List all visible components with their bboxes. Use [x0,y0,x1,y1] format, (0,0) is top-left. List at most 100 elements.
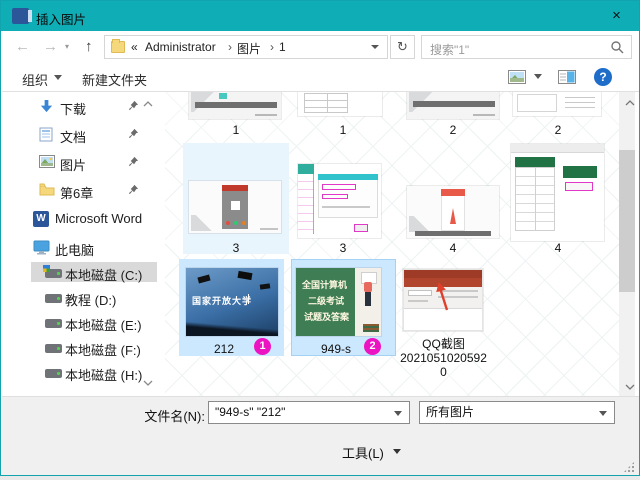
file-label[interactable]: QQ截图 2021051020592 0 [396,337,491,379]
scrollbar-thumb[interactable] [619,150,635,292]
thumb-art [511,144,604,153]
file-label[interactable]: 2 [505,123,611,137]
thumb-art [237,270,253,281]
file-label-line: 0 [440,365,447,379]
file-list-scrollbar[interactable] [619,92,635,396]
sidebar-item-label: 本地磁盘 (E:) [65,318,142,333]
sidebar-item-this-pc[interactable]: 此电脑 [2,238,162,258]
sidebar-item-downloads[interactable]: 下载 [2,97,162,117]
filename-value: "949-s" "212" [215,405,286,419]
recent-locations-caret-icon[interactable]: ▾ [65,42,69,51]
file-label[interactable]: 4 [400,241,506,255]
close-icon[interactable]: × [594,1,639,31]
folder-icon [39,183,55,196]
file-label[interactable]: 4 [505,241,611,255]
filename-input[interactable]: "949-s" "212" [208,401,410,424]
back-icon[interactable]: ← [15,38,30,55]
search-icon[interactable] [610,40,624,54]
dialog-footer: 文件名(N): "949-s" "212" 所有图片 工具(L) 插入( 3 取… [2,396,639,475]
view-options-caret-icon[interactable] [534,74,542,79]
file-label[interactable]: 3 [290,241,396,255]
sidebar-item-microsoft-word[interactable]: W Microsoft Word [2,209,162,229]
forward-icon[interactable]: → [43,38,58,55]
file-label[interactable]: 1 [290,123,396,137]
up-icon[interactable]: ↑ [85,38,93,55]
sidebar-item-pictures[interactable]: 图片 [2,153,162,173]
file-label[interactable]: 3 [183,241,289,255]
chevron-right-icon[interactable]: › [223,40,237,54]
thumb-art [408,290,432,296]
thumb-art [259,283,271,290]
sidebar-item-drive-f[interactable]: 本地磁盘 (F:) [2,338,162,358]
breadcrumb-pictures[interactable]: 图片 [237,40,261,57]
resize-grip[interactable] [624,462,634,472]
annotation-badge-2: 2 [364,338,381,355]
thumb-art [404,270,482,278]
picture-icon [39,155,55,168]
drive-icon [45,319,62,328]
organize-button[interactable]: 组织 [22,70,48,89]
filetype-select[interactable]: 所有图片 [419,401,615,424]
sidebar-item-drive-c[interactable]: 本地磁盘 (C:) [2,263,162,283]
sidebar-item-drive-h[interactable]: 本地磁盘 (H:) [2,363,162,383]
search-box[interactable]: 搜索"1" [421,35,632,59]
file-thumbnail[interactable] [298,164,381,238]
pin-icon [128,184,139,195]
breadcrumb-administrator[interactable]: Administrator [145,40,216,54]
file-thumbnail[interactable] [189,181,281,233]
download-icon [39,99,54,114]
address-bar[interactable]: « Administrator › 图片 › 1 [104,35,388,59]
help-icon[interactable]: ? [594,68,612,86]
thumb-art [409,216,431,232]
refresh-button[interactable]: ↻ [390,35,415,59]
insert-picture-dialog: 插入图片 × ← → ▾ ↑ « Administrator › 图片 › 1 … [0,0,640,476]
file-thumbnail[interactable] [511,144,604,241]
sidebar-item-documents[interactable]: 文档 [2,125,162,145]
new-folder-button[interactable]: 新建文件夹 [82,70,147,89]
thumb-art [413,101,495,107]
thumb-art [441,189,465,196]
word-icon: W [33,211,49,227]
annotation-badge-1: 1 [254,338,271,355]
file-thumbnail-949s[interactable]: 全国计算机 二级考试 试题及答案 [296,268,381,336]
file-thumbnail[interactable] [189,92,281,119]
view-thumbnails-icon[interactable] [508,70,526,84]
thumb-art [255,114,277,116]
scroll-down-icon[interactable] [622,380,638,394]
tools-caret-icon[interactable] [393,449,401,454]
file-thumbnail[interactable] [407,92,499,119]
chevron-right-icon[interactable]: › [265,40,279,54]
scroll-up-icon[interactable] [622,96,638,110]
sidebar-item-chapter6[interactable]: 第6章 [2,181,162,201]
file-thumbnail[interactable] [298,92,382,116]
file-thumbnail[interactable] [513,92,601,116]
file-label[interactable]: 1 [183,123,289,137]
file-thumbnail[interactable] [407,186,499,238]
sidebar-item-label: 此电脑 [55,243,95,258]
preview-pane-icon[interactable] [558,70,576,84]
thumb-art [186,320,278,336]
filetype-caret-icon[interactable] [599,411,607,416]
thumb-art [197,274,211,284]
address-dropdown-caret-icon[interactable] [371,45,379,49]
search-placeholder: 搜索"1" [430,43,470,57]
file-label[interactable]: 2 [400,123,506,137]
sidebar-item-label: 教程 (D:) [65,293,117,308]
file-thumbnail-212[interactable]: 国家开放大学 [186,268,278,336]
breadcrumb-1[interactable]: 1 [279,40,286,54]
thumb-art [219,93,227,99]
command-bar: 组织 新建文件夹 ? [2,63,639,92]
word-app-icon [12,8,32,24]
folder-icon [111,39,125,53]
file-label-line: 2021051020592 [400,351,487,365]
file-thumbnail-qq[interactable] [403,269,483,331]
breadcrumb-collapse[interactable]: « [131,40,138,54]
thumb-art [354,224,368,232]
thumb-art [304,93,348,113]
thumb-art-text: 全国计算机 [302,280,348,290]
tools-button[interactable]: 工具(L) [342,443,384,462]
sidebar-item-drive-e[interactable]: 本地磁盘 (E:) [2,313,162,333]
filename-caret-icon[interactable] [394,411,402,416]
navigation-pane: 下载 文档 图片 第6章 W Microsoft Word 此电脑 本地磁盘 (… [2,92,165,396]
sidebar-item-drive-d[interactable]: 教程 (D:) [2,288,162,308]
